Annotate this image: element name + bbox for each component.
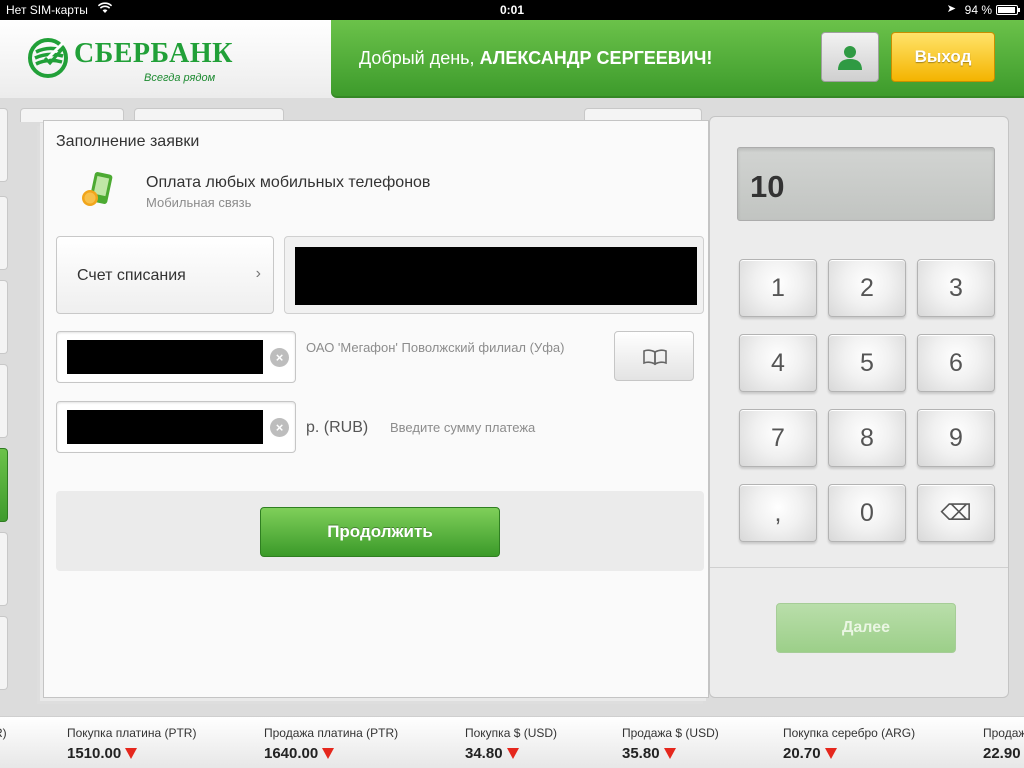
user-icon <box>838 46 862 70</box>
battery-percent: 94 % <box>964 3 992 17</box>
redacted-account <box>295 247 697 305</box>
ticker-item: Покупка $ (USD) 34.80 <box>465 726 557 763</box>
down-arrow-icon <box>824 748 837 759</box>
background-tile-selected[interactable] <box>0 448 8 522</box>
greeting-text: Добрый день, АЛЕКСАНДР СЕРГЕЕВИЧ! <box>359 48 712 69</box>
rates-ticker: R) Покупка платина (PTR) 1510.00 Продажа… <box>0 716 1024 768</box>
background-tile[interactable] <box>0 532 8 606</box>
keypad-panel: 10 1 2 3 4 5 6 7 8 9 , 0 ⌫ Далее <box>709 116 1009 698</box>
ticker-label: Покупка $ (USD) <box>465 726 558 740</box>
logout-button[interactable]: Выход <box>891 32 995 82</box>
key-2[interactable]: 2 <box>828 259 906 317</box>
ticker-value: 35.80 <box>622 745 660 762</box>
key-9[interactable]: 9 <box>917 409 995 467</box>
ticker-label: Продаж <box>983 726 1024 740</box>
greeting-banner: Добрый день, АЛЕКСАНДР СЕРГЕЕВИЧ! Выход <box>331 20 1024 98</box>
service-category: Мобильная связь <box>146 195 252 210</box>
down-arrow-icon <box>322 748 335 759</box>
key-comma[interactable]: , <box>739 484 817 542</box>
redacted-amount <box>67 410 263 444</box>
profile-button[interactable] <box>821 32 879 82</box>
down-arrow-icon <box>125 748 138 759</box>
sberbank-logo: СБЕРБАНК Всегда рядом <box>28 38 232 88</box>
clear-icon[interactable]: × <box>270 418 289 437</box>
ticker-label: Покупка платина (PTR) <box>67 726 197 740</box>
amount-field[interactable]: × <box>56 401 296 453</box>
debit-account-button[interactable]: Счет списания › <box>56 236 274 314</box>
sberbank-logo-icon <box>28 38 68 78</box>
currency-label: р. (RUB) <box>306 419 369 436</box>
chevron-right-icon: › <box>255 265 261 282</box>
ticker-value: 20.70 <box>783 745 821 762</box>
keypad-display-value: 10 <box>750 169 785 204</box>
form-title: Заполнение заявки <box>56 133 200 150</box>
ticker-item: Продаж 22.90 <box>983 726 1024 763</box>
service-name: Оплата любых мобильных телефонов <box>146 174 431 191</box>
ticker-value: 1510.00 <box>67 745 122 762</box>
backspace-key[interactable]: ⌫ <box>917 484 995 542</box>
ticker-item: R) <box>0 726 7 740</box>
logo-name: СБЕРБАНК <box>74 38 233 69</box>
key-3[interactable]: 3 <box>917 259 995 317</box>
ticker-item: Покупка платина (PTR) 1510.00 <box>67 726 196 763</box>
ticker-value: 1640.00 <box>264 745 319 762</box>
submit-strip: Продолжить <box>56 491 704 571</box>
background-tile[interactable] <box>0 196 8 270</box>
down-arrow-icon <box>663 748 676 759</box>
next-button[interactable]: Далее <box>776 603 956 653</box>
greeting-prefix: Добрый день, <box>359 48 475 68</box>
clock: 0:01 <box>499 3 525 17</box>
clear-icon[interactable]: × <box>270 348 289 367</box>
amount-hint: Введите сумму платежа <box>390 420 536 435</box>
debit-account-label: Счет списания <box>77 267 186 284</box>
debit-account-value[interactable] <box>284 236 704 314</box>
battery-icon <box>996 5 1020 15</box>
key-0[interactable]: 0 <box>828 484 906 542</box>
operator-name: ОАО 'Мегафон' Поволжский филиал (Уфа) <box>306 340 565 355</box>
ticker-label: Покупка серебро (ARG) <box>783 726 916 740</box>
key-7[interactable]: 7 <box>739 409 817 467</box>
keypad-display: 10 <box>737 147 995 221</box>
key-4[interactable]: 4 <box>739 334 817 392</box>
background-tile[interactable] <box>0 364 8 438</box>
ticker-item: Продажа $ (USD) 35.80 <box>622 726 719 763</box>
ticker-item: Продажа платина (PTR) 1640.00 <box>264 726 398 763</box>
ticker-label: Продажа платина (PTR) <box>264 726 399 740</box>
application-form-panel: Заполнение заявки Оплата любых мобильных… <box>43 120 709 698</box>
redacted-phone <box>67 340 263 374</box>
key-1[interactable]: 1 <box>739 259 817 317</box>
background-tiles <box>0 108 40 698</box>
user-name: АЛЕКСАНДР СЕРГЕЕВИЧ! <box>479 48 713 68</box>
background-tile[interactable] <box>0 280 8 354</box>
book-icon <box>643 349 667 366</box>
keypad-divider <box>710 567 1008 568</box>
app-header: СБЕРБАНК Всегда рядом Добрый день, АЛЕКС… <box>0 20 1024 98</box>
mobile-payment-icon <box>82 172 113 206</box>
background-tile[interactable] <box>0 616 8 690</box>
key-6[interactable]: 6 <box>917 334 995 392</box>
ticker-item: Покупка серебро (ARG) 20.70 <box>783 726 915 763</box>
status-bar: Нет SIM-карты 0:01 ➤ 94 % <box>0 0 1024 20</box>
ticker-value: 34.80 <box>465 745 503 762</box>
phone-number-field[interactable]: × <box>56 331 296 383</box>
ticker-value: 22.90 <box>983 745 1021 762</box>
ticker-label: Продажа $ (USD) <box>622 726 719 740</box>
location-arrow-icon: ➤ <box>946 3 956 15</box>
background-tile[interactable] <box>0 108 8 182</box>
down-arrow-icon <box>506 748 519 759</box>
key-5[interactable]: 5 <box>828 334 906 392</box>
address-book-button[interactable] <box>614 331 694 381</box>
continue-button[interactable]: Продолжить <box>260 507 500 557</box>
logo-tagline: Всегда рядом <box>144 72 216 84</box>
key-8[interactable]: 8 <box>828 409 906 467</box>
ticker-label: R) <box>0 726 7 740</box>
